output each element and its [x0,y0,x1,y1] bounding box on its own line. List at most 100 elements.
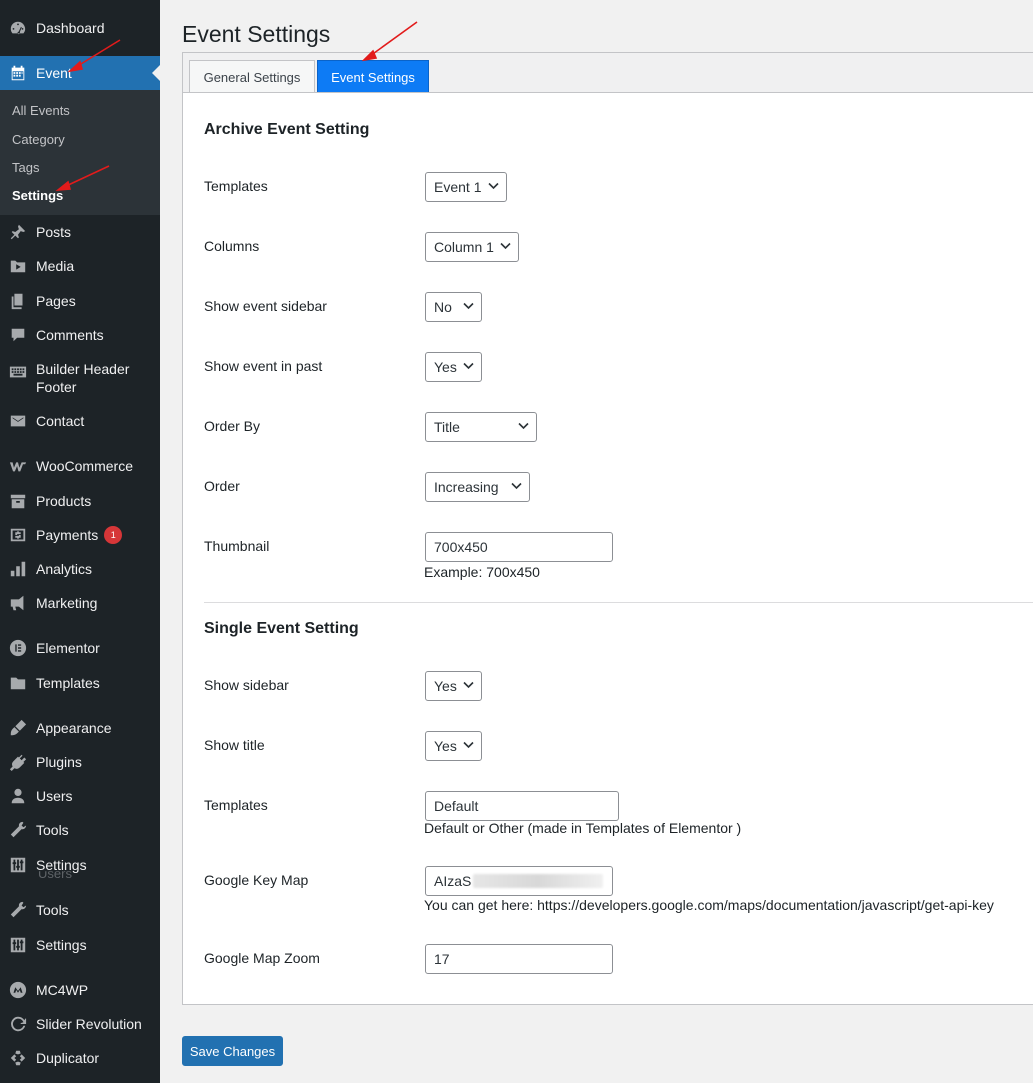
sidebar-item-tools-2[interactable]: Tools [0,893,160,927]
sidebar-item-payments[interactable]: Payments 1 [0,518,160,552]
sidebar-item-plugins[interactable]: Plugins [0,745,160,779]
google-key-map-label: Google Key Map [204,872,309,888]
archive-columns-select[interactable]: Column 1 [425,232,519,262]
thumbnail-label: Thumbnail [204,538,270,554]
tab-event-settings[interactable]: Event Settings [317,60,429,93]
sidebar-item-users[interactable]: Users [0,779,160,813]
single-templates-input[interactable]: Default [425,791,619,821]
order-by-select[interactable]: Title [425,412,537,442]
sidebar-item-settings-2[interactable]: Settings [0,928,160,962]
order-label: Order [204,478,240,494]
media-icon [8,256,28,276]
wrench-icon [8,900,28,920]
google-map-zoom-input[interactable]: 17 [425,944,613,974]
submenu-item-settings[interactable]: Settings [12,188,63,203]
order-select[interactable]: Increasing [425,472,530,502]
submenu-item-category[interactable]: Category [12,132,65,147]
sidebar-item-dashboard[interactable]: Dashboard [0,11,160,45]
sidebar-item-slider-revolution[interactable]: Slider Revolution [0,1007,160,1041]
user-icon [8,786,28,806]
duplicator-icon [8,1048,28,1068]
chevron-down-icon [463,302,474,311]
sidebar-item-event[interactable]: Event [0,56,160,90]
section-divider [204,602,1033,603]
tab-general-settings[interactable]: General Settings [189,60,315,93]
page-title: Event Settings [182,21,331,47]
pages-icon [8,291,28,311]
columns-label: Columns [204,238,260,254]
sidebar-item-comments[interactable]: Comments [0,318,160,352]
single-templates-label: Templates [204,797,268,813]
sidebar-item-tools[interactable]: Tools [0,813,160,847]
chevron-down-icon [518,422,529,431]
mc4wp-icon [8,980,28,1000]
sidebar-item-elementor[interactable]: Elementor [0,631,160,665]
submenu-item-tags[interactable]: Tags [12,160,39,175]
chevron-down-icon [500,242,511,251]
wrench-icon [8,820,28,840]
settings-tabs: General Settings Event Settings [182,52,1033,93]
sidebar-item-marketing[interactable]: Marketing [0,586,160,620]
notification-badge: 1 [104,526,123,544]
show-title-label: Show title [204,737,265,753]
show-event-sidebar-select[interactable]: No [425,292,482,322]
sidebar-item-products[interactable]: Products [0,484,160,518]
brush-icon [8,718,28,738]
sliders-icon [8,935,28,955]
show-event-sidebar-label: Show event sidebar [204,298,327,314]
mail-icon [8,411,28,431]
single-section-title: Single Event Setting [204,620,359,637]
chevron-down-icon [488,182,499,191]
chevron-down-icon [511,482,522,491]
chevron-down-icon [463,741,474,750]
sidebar-item-contact[interactable]: Contact [0,404,160,438]
archive-section-title: Archive Event Setting [204,121,370,138]
single-templates-help-text: Default or Other (made in Templates of E… [424,820,742,836]
show-event-past-select[interactable]: Yes [425,352,482,382]
sidebar-item-woocommerce[interactable]: WooCommerce [0,449,160,483]
sidebar-item-mc4wp[interactable]: MC4WP [0,973,160,1007]
pin-icon [8,222,28,242]
sidebar-item-appearance[interactable]: Appearance [0,711,160,745]
sidebar-item-duplicator[interactable]: Duplicator [0,1041,160,1075]
sidebar-item-media[interactable]: Media [0,249,160,283]
thumbnail-help-text: Example: 700x450 [424,564,540,580]
google-key-help-text: You can get here: https://developers.goo… [424,897,994,913]
keyboard-icon [8,362,28,382]
sidebar-item-pages[interactable]: Pages [0,284,160,318]
sidebar-item-analytics[interactable]: Analytics [0,552,160,586]
google-key-map-input[interactable]: AIzaS [425,866,613,896]
save-changes-button[interactable]: Save Changes [182,1036,283,1066]
show-sidebar-label: Show sidebar [204,677,289,693]
sliders-icon [8,855,28,875]
annotation-arrow-tab [369,21,418,57]
admin-sidebar: Dashboard Event All Events Category Tags… [0,0,160,1083]
comment-icon [8,325,28,345]
sidebar-item-builder-header-footer[interactable]: Builder Header Footer [0,360,160,400]
sidebar-item-templates[interactable]: Templates [0,666,160,700]
submenu-item-all-events[interactable]: All Events [12,103,70,118]
chevron-down-icon [463,362,474,371]
redacted-key-blur [473,874,604,888]
event-submenu: All Events Category Tags Settings [0,90,160,215]
folder-icon [8,673,28,693]
thumbnail-input[interactable]: 700x450 [425,532,613,562]
show-title-select[interactable]: Yes [425,731,482,761]
archive-templates-select[interactable]: Event 1 [425,172,507,202]
active-menu-pointer [152,65,160,81]
sidebar-item-posts[interactable]: Posts [0,215,160,249]
megaphone-icon [8,593,28,613]
order-by-label: Order By [204,418,261,434]
sidebar-item-settings[interactable]: Settings Users [0,848,160,882]
show-sidebar-select[interactable]: Yes [425,671,482,701]
archive-icon [8,491,28,511]
dollar-icon [8,525,28,545]
elementor-icon [8,638,28,658]
refresh-icon [8,1014,28,1034]
plug-icon [8,752,28,772]
show-event-past-label: Show event in past [204,358,323,374]
templates-label: Templates [204,178,268,194]
woocommerce-icon [8,456,28,476]
bar-chart-icon [8,559,28,579]
google-map-zoom-label: Google Map Zoom [204,950,320,966]
